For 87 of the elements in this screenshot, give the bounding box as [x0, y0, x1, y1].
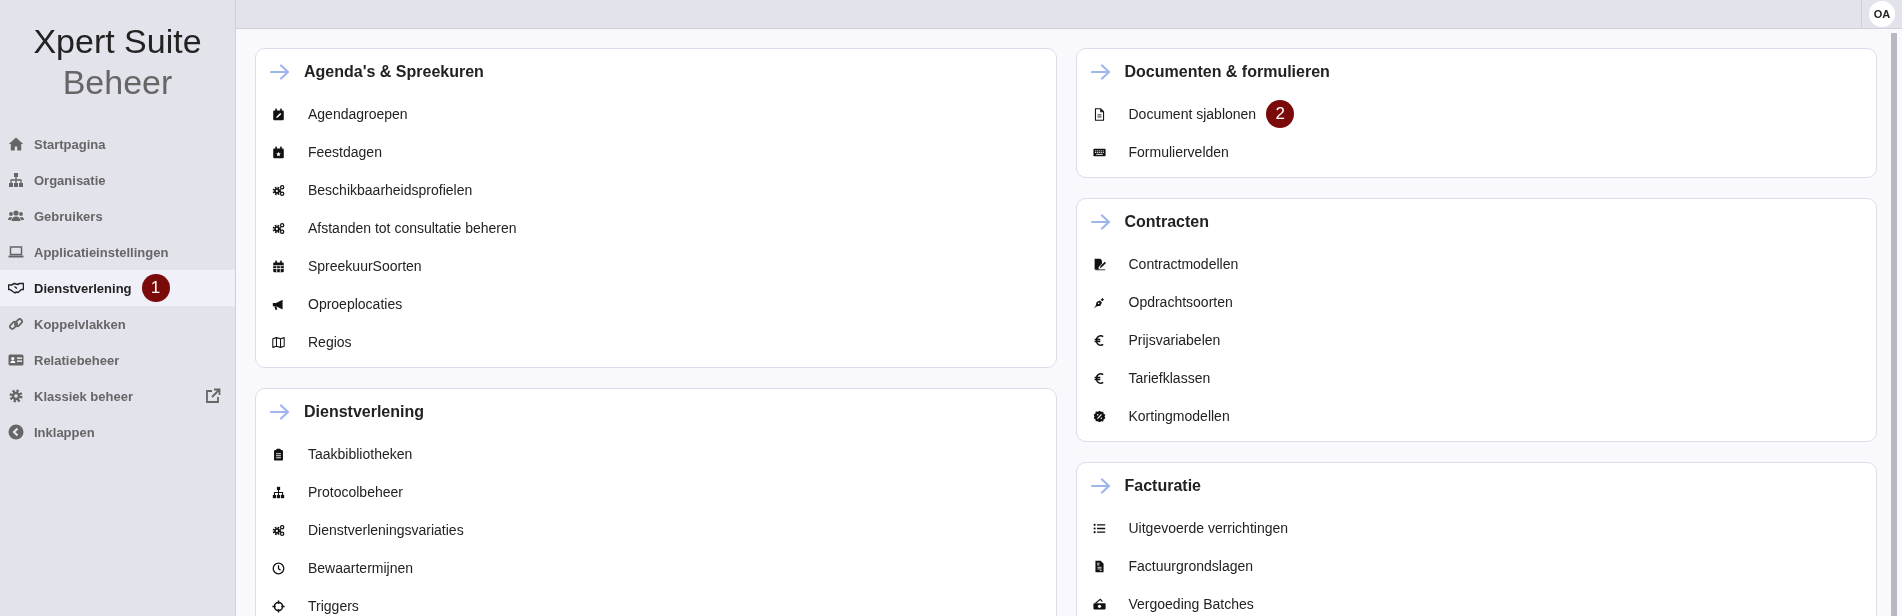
list-icon [1092, 521, 1106, 535]
arrow-right-icon [1090, 64, 1111, 80]
section-title: Facturatie [1124, 477, 1201, 495]
invoice-icon [1092, 559, 1106, 573]
menu-link[interactable]: Triggers [308, 598, 359, 614]
menu-link[interactable]: Contractmodellen [1128, 256, 1239, 272]
menu-link[interactable]: Agendagroepen [308, 106, 408, 122]
calendar-icon [272, 107, 285, 121]
house-icon [8, 136, 24, 152]
discount-badge-icon [1092, 409, 1106, 423]
menu-link[interactable]: Afstanden tot consultatie beheren [308, 220, 517, 236]
gear-icon [8, 388, 24, 404]
scrollbar[interactable] [1891, 33, 1897, 616]
arrow-right-icon [270, 64, 290, 80]
menu-link[interactable]: Dienstverleningsvariaties [308, 522, 464, 538]
menu-link[interactable]: Document sjablonen [1128, 106, 1257, 122]
id-card-icon [8, 352, 24, 368]
nav-item[interactable]: Klassiek beheer [0, 378, 235, 414]
map-icon [272, 335, 285, 349]
menu-link[interactable]: Tariefklassen [1128, 370, 1211, 386]
hierarchy-icon [8, 172, 24, 188]
arrow-right-icon [1090, 214, 1111, 230]
arrow-right-icon [270, 404, 290, 420]
calendar-icon [272, 145, 285, 159]
gears-icon [272, 183, 285, 197]
menu-link[interactable]: Protocolbeheer [308, 484, 403, 500]
step-badge: 2 [1266, 100, 1295, 128]
nav-label: Startpagina [34, 136, 106, 152]
document-icon [1092, 107, 1106, 121]
nav-item[interactable]: Inklappen [0, 414, 235, 450]
calendar-icon [272, 259, 285, 273]
euro-icon [1092, 371, 1106, 385]
users-icon [8, 208, 24, 224]
nav-label: Relatiebeheer [34, 352, 120, 368]
chevron-left-circle-icon [8, 424, 24, 440]
menu-link[interactable]: Opdrachtsoorten [1128, 294, 1233, 310]
step-badge: 1 [141, 274, 170, 302]
hierarchy-icon [272, 485, 285, 499]
section-title: Documenten & formulieren [1124, 63, 1330, 81]
nav-item[interactable]: Startpagina [0, 126, 235, 162]
link-icon [8, 316, 24, 332]
external-link-icon[interactable] [205, 388, 221, 404]
section-title: Contracten [1124, 213, 1209, 231]
menu-link[interactable]: Feestdagen [308, 144, 382, 160]
megaphone-icon [272, 297, 285, 311]
nav-item[interactable]: Dienstverlening 1 [0, 270, 235, 306]
nav-item[interactable]: Organisatie [0, 162, 235, 198]
nav-item[interactable]: Koppelvlakken [0, 306, 235, 342]
menu-link[interactable]: Beschikbaarheidsprofielen [308, 182, 473, 198]
nav-label: Gebruikers [34, 208, 103, 224]
section-title: Agenda's & Spreekuren [304, 63, 484, 81]
signed-document-icon [1092, 257, 1106, 271]
nav-label: Organisatie [34, 172, 106, 188]
menu-link[interactable]: Bewaartermijnen [308, 560, 414, 576]
handshake-icon [8, 280, 24, 296]
clock-icon [272, 561, 285, 575]
menu-link[interactable]: Formuliervelden [1128, 144, 1229, 160]
gears-icon [272, 221, 285, 235]
gears-icon [272, 523, 285, 537]
nav-label: Applicatieinstellingen [34, 244, 169, 260]
nav-item[interactable]: Relatiebeheer [0, 342, 235, 378]
nav-item[interactable]: Applicatieinstellingen [0, 234, 235, 270]
arrow-right-icon [1090, 478, 1111, 494]
money-icon [1092, 597, 1106, 611]
nav-label: Inklappen [34, 424, 95, 440]
user-avatar[interactable]: OA [1869, 1, 1895, 27]
menu-link[interactable]: Uitgevoerde verrichtingen [1128, 520, 1289, 536]
crosshair-icon [272, 599, 285, 613]
clipboard-icon [272, 447, 285, 461]
section-title: Dienstverlening [304, 403, 425, 421]
nav-label: Koppelvlakken [34, 316, 126, 332]
pen-nib-icon [1092, 295, 1106, 309]
app-subtitle: Beheer [61, 62, 174, 102]
menu-link[interactable]: Oproeplocaties [308, 296, 403, 312]
menu-link[interactable]: Factuurgrondslagen [1128, 558, 1254, 574]
menu-link[interactable]: Kortingmodellen [1128, 408, 1230, 424]
euro-icon [1092, 333, 1106, 347]
nav-label: Klassiek beheer [34, 388, 133, 404]
nav-item[interactable]: Gebruikers [0, 198, 235, 234]
menu-link[interactable]: Regios [308, 334, 352, 350]
nav-label: Dienstverlening [34, 280, 132, 296]
app-title: Xpert Suite [33, 21, 202, 62]
menu-link[interactable]: Prijsvariabelen [1128, 332, 1221, 348]
menu-link[interactable]: Taakbibliotheken [308, 446, 413, 462]
menu-link[interactable]: Vergoeding Batches [1128, 596, 1254, 612]
menu-link[interactable]: SpreekuurSoorten [308, 258, 422, 274]
laptop-icon [8, 244, 24, 260]
